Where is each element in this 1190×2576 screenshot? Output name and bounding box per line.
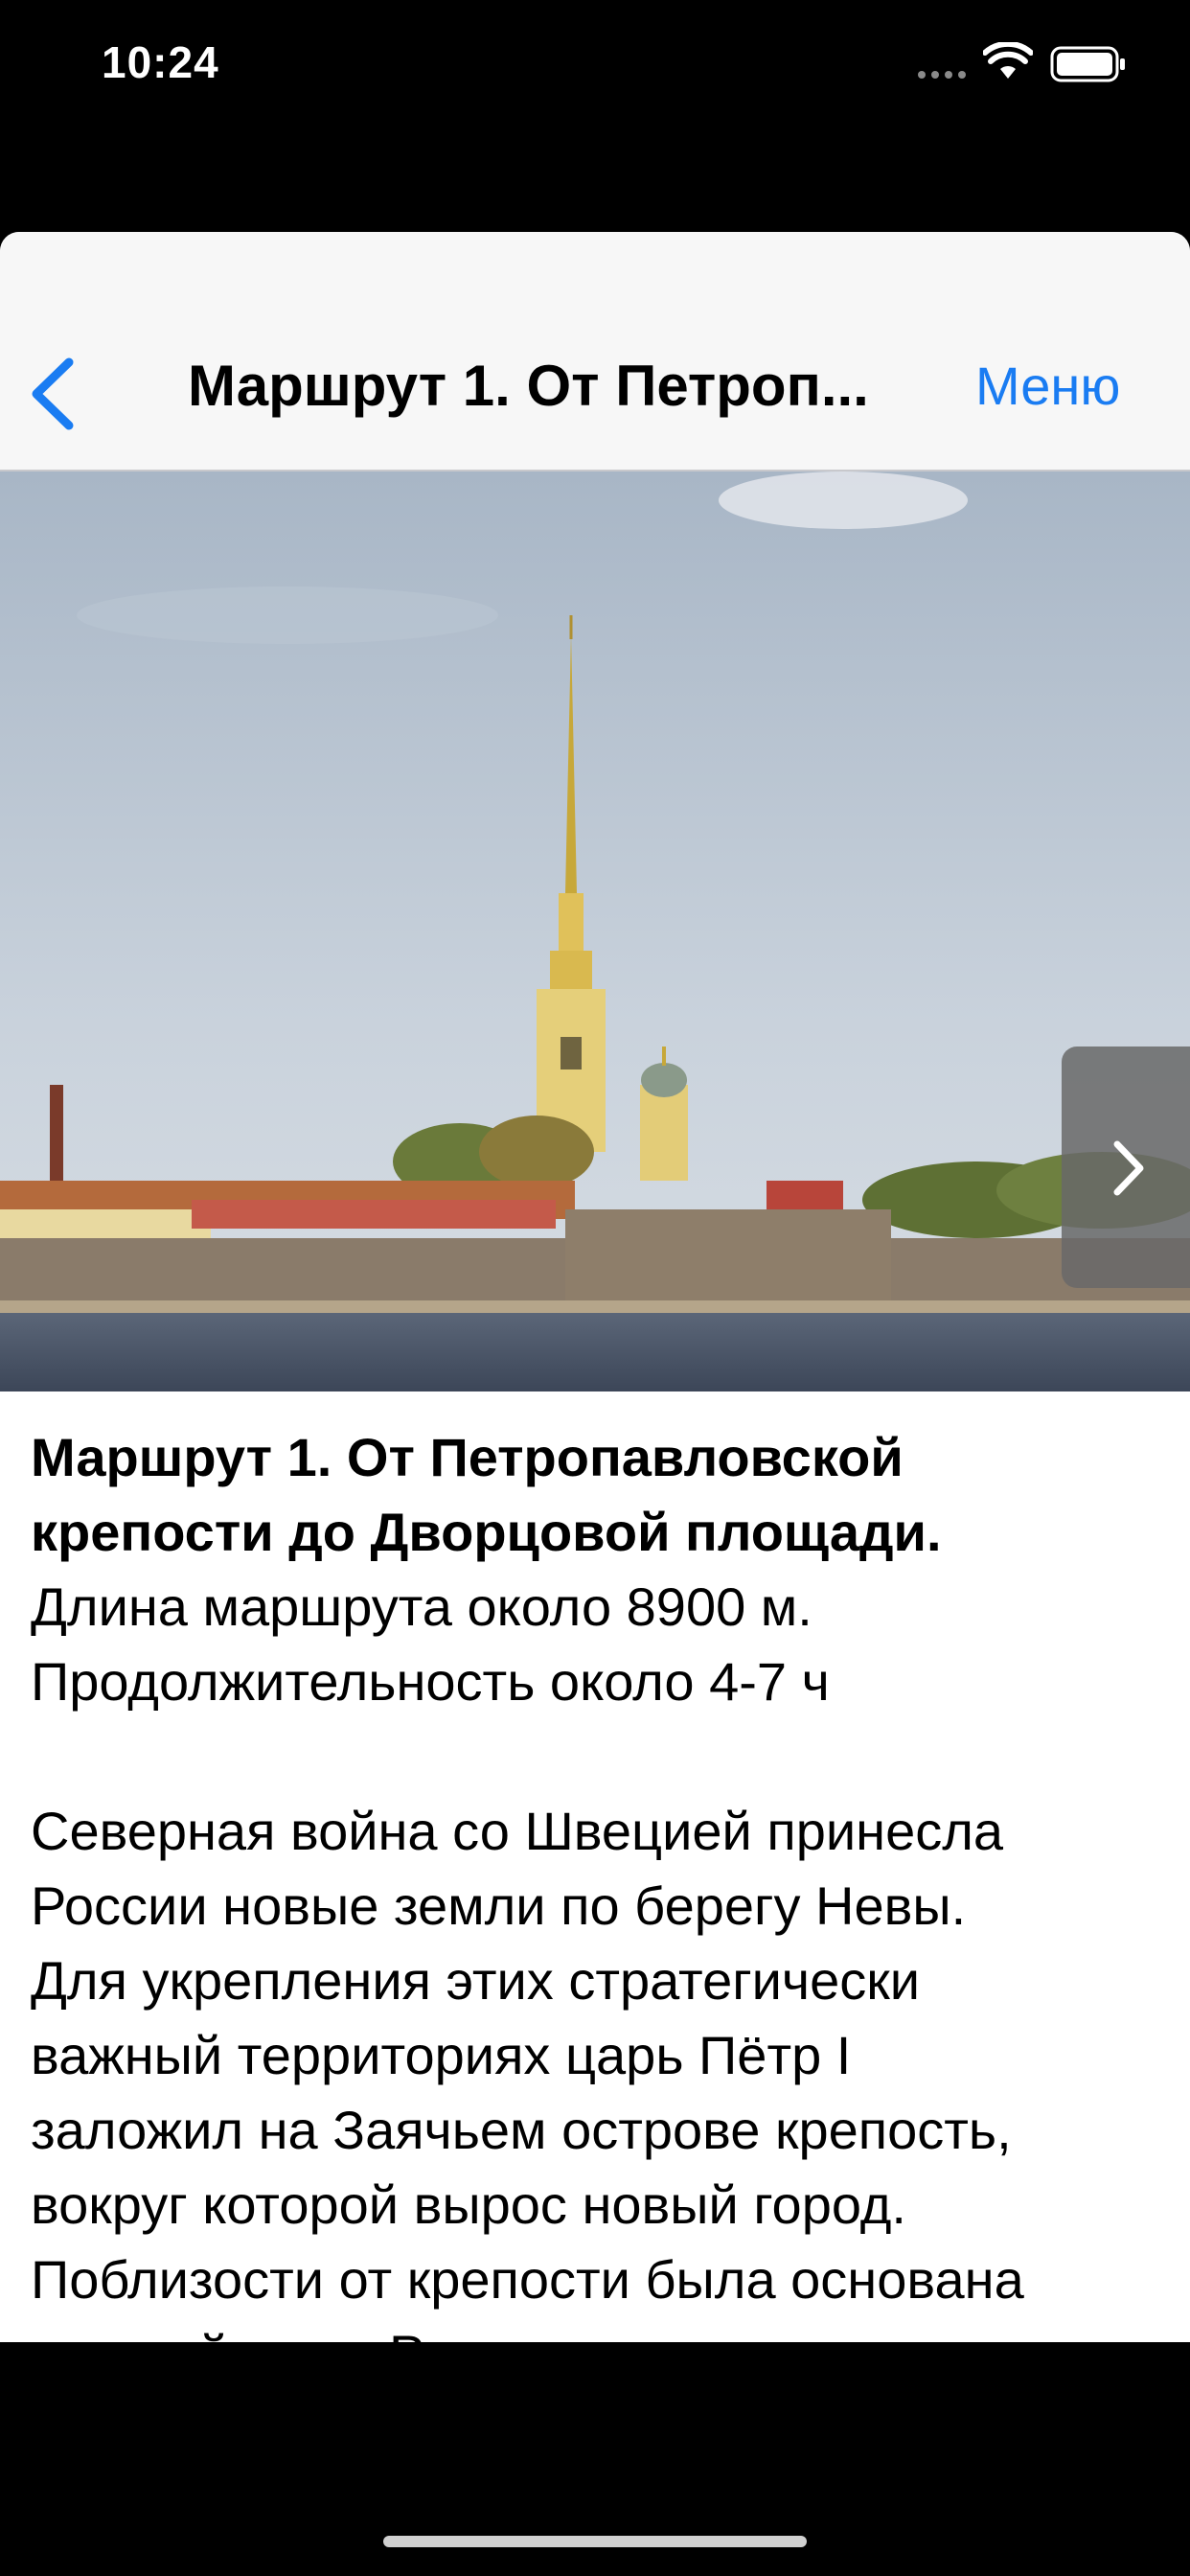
- body-line: Поблизости от крепости была основана: [31, 2249, 1024, 2310]
- body-line: заложил на Заячьем острове крепость,: [31, 2100, 1012, 2160]
- article-heading-line-2: крепости до Дворцовой площади.: [31, 1502, 942, 1562]
- next-photo-button[interactable]: [1062, 1046, 1190, 1288]
- back-chevron-icon[interactable]: [27, 356, 79, 431]
- route-duration: Продолжительность около 4-7 ч: [31, 1651, 830, 1712]
- chevron-right-icon: [1113, 1140, 1144, 1196]
- status-time: 10:24: [102, 37, 219, 87]
- route-photo: [0, 472, 1190, 1392]
- body-line: Северная война со Швецией принесла: [31, 1801, 1004, 1861]
- signal-icon: [918, 71, 966, 79]
- body-line: крупнейшая в России судостроительную: [31, 2317, 1171, 2342]
- status-bar: 10:24: [0, 0, 1190, 134]
- menu-button[interactable]: Меню: [975, 355, 1120, 417]
- body-line: важный территориях царь Пётр I: [31, 2025, 852, 2085]
- content-sheet: Маршрут 1. От Петроп... Меню Маршрут 1. …: [0, 232, 1190, 2342]
- body-line: Для укрепления этих стратегически: [31, 1950, 921, 2011]
- article-text: Маршрут 1. От Петропавловской крепости д…: [31, 1420, 1171, 2342]
- battery-icon: [1050, 46, 1125, 82]
- home-indicator[interactable]: [383, 2536, 807, 2547]
- wifi-icon: [983, 42, 1033, 79]
- page-title: Маршрут 1. От Петроп...: [188, 354, 869, 418]
- body-line: России новые земли по берегу Невы.: [31, 1875, 967, 1936]
- navigation-bar: Маршрут 1. От Петроп... Меню: [0, 232, 1190, 472]
- article-heading-line-1: Маршрут 1. От Петропавловской: [31, 1427, 904, 1487]
- route-length: Длина маршрута около 8900 м.: [31, 1576, 812, 1637]
- body-line: вокруг которой вырос новый город.: [31, 2174, 906, 2235]
